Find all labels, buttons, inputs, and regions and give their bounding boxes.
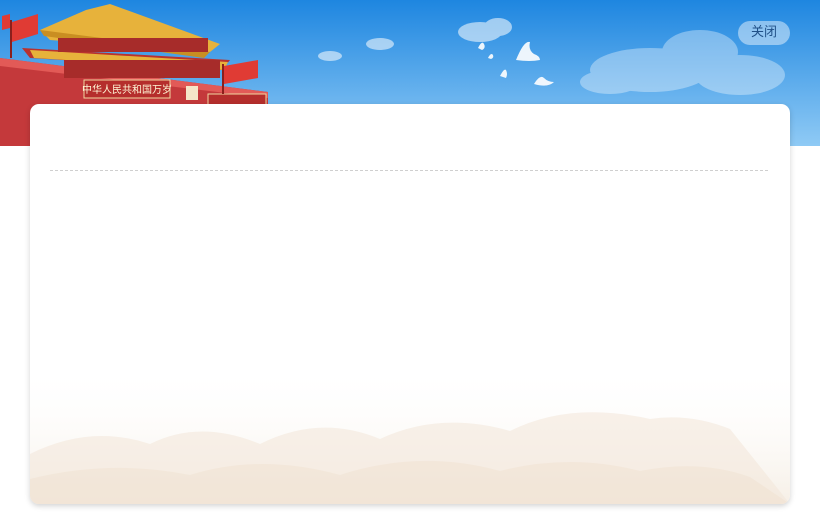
close-button[interactable]: 关闭 <box>738 21 790 45</box>
card-header <box>50 104 768 171</box>
card-body <box>50 171 768 421</box>
banner-inscription: 中华人民共和国万岁 <box>82 83 172 96</box>
content-card <box>30 104 790 504</box>
